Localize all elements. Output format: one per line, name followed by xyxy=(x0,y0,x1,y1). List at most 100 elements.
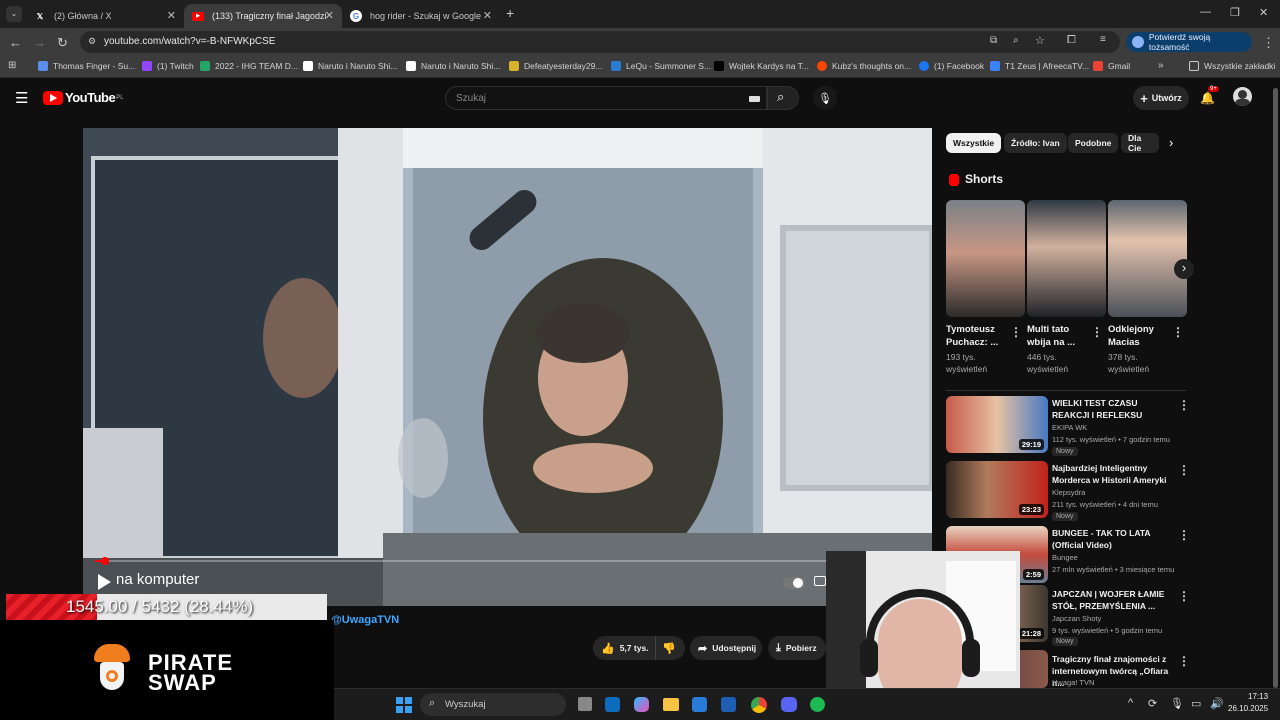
verify-identity-button[interactable]: Potwierdź swoją tożsamość xyxy=(1126,32,1252,52)
close-tab-icon[interactable]: ✕ xyxy=(483,9,492,22)
taskbar-search[interactable]: ⌕ Wyszukaj xyxy=(420,693,566,716)
more-bookmarks-icon[interactable]: » xyxy=(1158,60,1164,71)
bookmark-item[interactable]: 2022 - IHG TEAM D... xyxy=(200,61,298,71)
clock-time[interactable]: 17:13 xyxy=(1248,692,1268,701)
task-view-icon[interactable] xyxy=(578,697,592,711)
video-title[interactable]: WIELKI TEST CZASU REAKCJI I REFLEKSU xyxy=(1052,397,1177,421)
tab-x[interactable]: 𝕏 (2) Główna / X ✕ xyxy=(26,4,184,28)
chevron-right-icon[interactable]: › xyxy=(1169,135,1173,150)
close-tab-icon[interactable]: ✕ xyxy=(325,9,334,22)
clock-date[interactable]: 26.10.2025 xyxy=(1228,704,1268,713)
like-button[interactable]: 👍 5,7 tys. xyxy=(593,636,656,660)
play-button[interactable] xyxy=(98,574,111,590)
shorts-next-button[interactable]: › xyxy=(1174,259,1194,279)
video-menu-icon[interactable]: ⋮ xyxy=(1178,463,1190,477)
microphone-icon[interactable]: 🎙 xyxy=(1170,697,1184,710)
chip-similar[interactable]: Podobne xyxy=(1068,133,1119,153)
thumbs-down-icon[interactable]: 👎 xyxy=(662,642,676,655)
site-info-icon[interactable]: ⚙ xyxy=(88,36,96,47)
video-menu-icon[interactable]: ⋮ xyxy=(1178,528,1190,542)
media-icon[interactable]: ≡ xyxy=(1100,34,1106,45)
ms-store-icon[interactable] xyxy=(721,697,736,712)
maximize-icon[interactable]: ❐ xyxy=(1230,6,1240,19)
close-tab-icon[interactable]: ✕ xyxy=(167,9,176,22)
bookmark-item[interactable]: Kubz's thoughts on... xyxy=(817,61,911,71)
bookmark-item[interactable]: (1) Twitch xyxy=(142,61,194,71)
short-menu-icon[interactable]: ⋮ xyxy=(1172,325,1184,339)
bookmark-item[interactable]: (1) Facebook xyxy=(919,61,984,71)
page-scrollbar[interactable] xyxy=(1272,78,1280,688)
zoom-icon[interactable]: ⌕ xyxy=(1013,35,1019,46)
windows-start-icon[interactable] xyxy=(396,697,412,713)
menu-kebab-icon[interactable]: ⋮ xyxy=(1262,35,1275,51)
all-bookmarks[interactable]: Wszystkie zakładki xyxy=(1189,61,1275,71)
share-button[interactable]: ➦ Udostępnij xyxy=(690,636,762,660)
bookmark-star-icon[interactable]: ☆ xyxy=(1035,34,1045,47)
video-thumbnail[interactable]: 23:23 xyxy=(946,461,1048,518)
apps-grid-icon[interactable]: ⊞ xyxy=(8,60,16,71)
bookmark-item[interactable]: Naruto i Naruto Shi... xyxy=(303,61,397,71)
bookmark-item[interactable]: Naruto i Naruto Shi... xyxy=(406,61,500,71)
video-player[interactable]: na komputer xyxy=(83,128,932,606)
notifications-button[interactable]: 🔔 9+ xyxy=(1200,86,1219,107)
short-thumbnail[interactable] xyxy=(1108,200,1187,317)
bookmark-item[interactable]: Thomas Finger - Su... xyxy=(38,61,135,71)
video-scrubber[interactable] xyxy=(101,557,109,565)
video-title[interactable]: JAPCZAN | WOJFER ŁAMIE STÓŁ, PRZEMYŚLENI… xyxy=(1052,588,1177,612)
file-explorer-icon[interactable] xyxy=(663,698,679,711)
short-menu-icon[interactable]: ⋮ xyxy=(1010,325,1022,339)
video-thumbnail[interactable]: 29:19 xyxy=(946,396,1048,453)
short-menu-icon[interactable]: ⋮ xyxy=(1091,325,1103,339)
bookmark-item[interactable]: LeQu - Summoner S... xyxy=(611,61,711,71)
minimize-icon[interactable]: — xyxy=(1200,6,1211,18)
url-field[interactable]: ⚙ youtube.com/watch?v=-B-NFWKpCSE ⧉ ⌕ ☆ … xyxy=(80,31,1120,53)
new-tab-button[interactable]: + xyxy=(506,5,514,21)
reload-icon[interactable]: ↻ xyxy=(57,35,68,51)
short-title[interactable]: Multi tato wbija na ... xyxy=(1027,323,1089,349)
hamburger-menu-icon[interactable]: ☰ xyxy=(15,89,28,107)
discord-icon[interactable] xyxy=(781,697,797,712)
volume-icon[interactable]: 🔊 xyxy=(1210,697,1224,710)
tab-google[interactable]: G hog rider - Szukaj w Google ✕ xyxy=(342,4,500,28)
chip-source[interactable]: Źródło: Ivan xyxy=(1004,133,1067,153)
video-menu-icon[interactable]: ⋮ xyxy=(1178,589,1190,603)
video-channel[interactable]: Japczan Shoty xyxy=(1052,614,1101,623)
sync-icon[interactable]: ⟳ xyxy=(1148,697,1157,710)
video-channel[interactable]: Uwaga! TVN xyxy=(1052,678,1094,687)
chrome-icon[interactable] xyxy=(751,697,767,713)
tab-search-icon[interactable]: ⌄ xyxy=(6,6,22,22)
close-window-icon[interactable]: ✕ xyxy=(1259,6,1268,19)
bookmark-item[interactable]: T1 Zeus | AfreecaTV... xyxy=(990,61,1089,71)
short-title[interactable]: Odklejony Macias xyxy=(1108,323,1170,349)
short-title[interactable]: Tymoteusz Puchacz: ... xyxy=(946,323,1008,349)
copilot-icon[interactable] xyxy=(634,697,649,712)
forward-icon[interactable]: → xyxy=(33,35,46,50)
video-menu-icon[interactable]: ⋮ xyxy=(1178,398,1190,412)
chip-for-you[interactable]: Dla Cie xyxy=(1121,133,1159,153)
download-button[interactable]: ⤓ Pobierz xyxy=(768,636,826,660)
outlook-icon[interactable] xyxy=(605,697,620,712)
youtube-logo[interactable]: YouTube PL xyxy=(43,90,124,105)
spotify-icon[interactable] xyxy=(810,697,825,712)
bookmark-item[interactable]: Defeatyesterday29... xyxy=(509,61,602,71)
extensions-icon[interactable]: ⧠ xyxy=(1067,34,1076,47)
install-app-icon[interactable]: ⧉ xyxy=(990,35,997,46)
channel-handle[interactable]: @UwagaTVN xyxy=(331,614,399,626)
autoplay-toggle[interactable] xyxy=(783,577,805,589)
ms-store-icon[interactable] xyxy=(692,697,707,712)
video-channel[interactable]: Klepsydra xyxy=(1052,488,1085,497)
tray-chevron-icon[interactable]: ^ xyxy=(1128,697,1133,709)
search-input[interactable]: Szukaj xyxy=(445,86,767,110)
short-thumbnail[interactable] xyxy=(1027,200,1106,317)
create-button[interactable]: + Utwórz xyxy=(1133,86,1189,110)
avatar[interactable] xyxy=(1233,87,1252,106)
short-thumbnail[interactable] xyxy=(946,200,1025,317)
video-channel[interactable]: EKIPA WK xyxy=(1052,423,1087,432)
scrollbar-thumb[interactable] xyxy=(1273,88,1278,688)
tab-youtube[interactable]: ▶ (133) Tragiczny finał Jagodziank ✕ xyxy=(184,4,342,28)
chip-all[interactable]: Wszystkie xyxy=(946,133,1002,153)
voice-search-button[interactable]: 🎙 xyxy=(813,86,837,110)
video-channel[interactable]: Bungee xyxy=(1052,553,1078,562)
video-title[interactable]: BUNGEE - TAK TO LATA (Official Video) xyxy=(1052,527,1177,551)
monitor-icon[interactable]: ▭ xyxy=(1191,697,1201,710)
